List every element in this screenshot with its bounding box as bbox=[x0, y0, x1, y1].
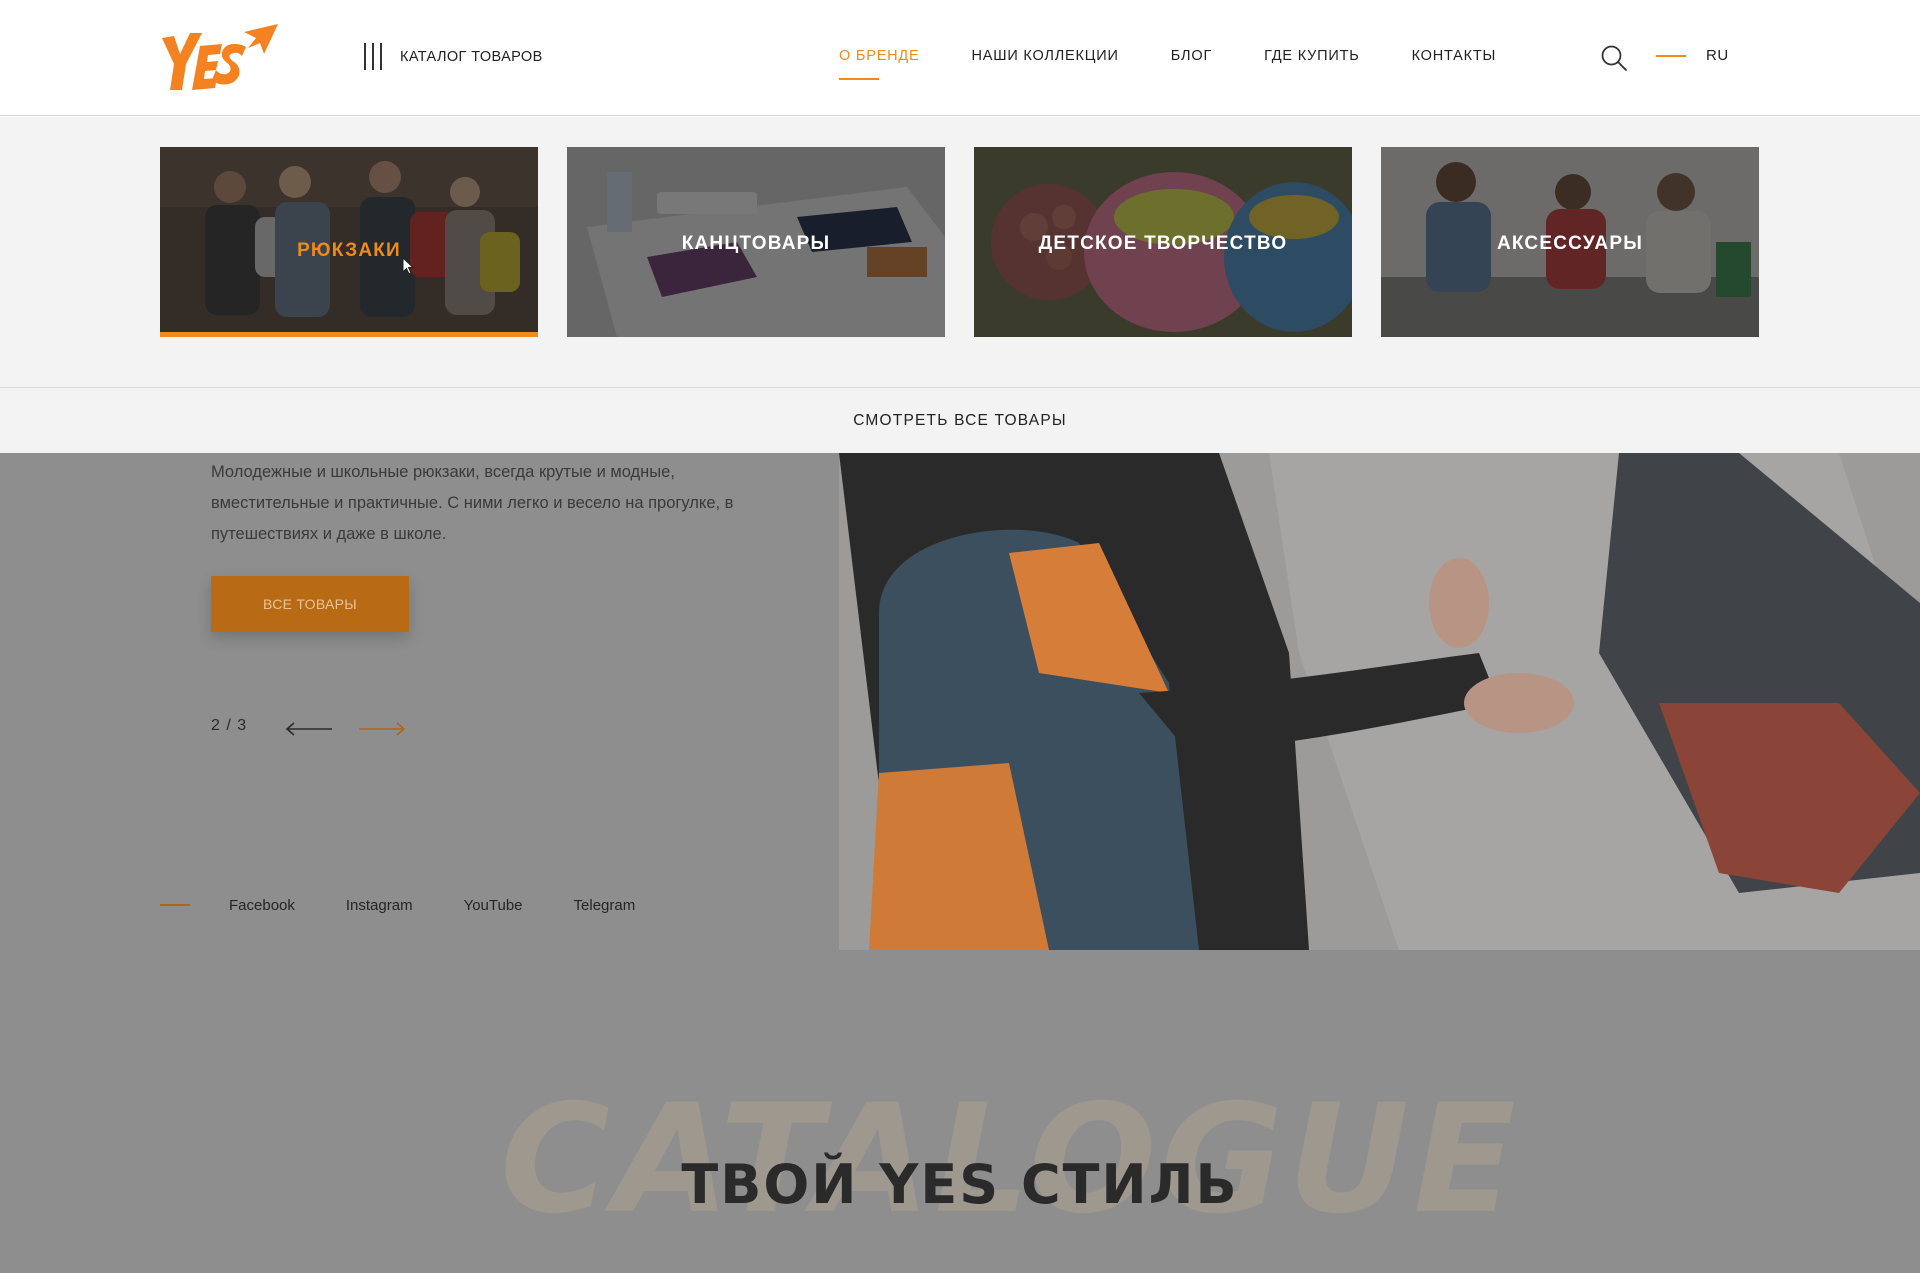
search-icon[interactable] bbox=[1600, 44, 1628, 72]
social-link-facebook[interactable]: Facebook bbox=[229, 897, 295, 914]
language-divider bbox=[1656, 55, 1686, 57]
hero-backpack-photo bbox=[839, 453, 1920, 950]
page-content-dimmed: Молодежные и школьные рюкзаки, всегда кр… bbox=[0, 453, 1920, 1273]
all-products-button[interactable]: ВСЕ ТОВАРЫ bbox=[211, 576, 409, 632]
yes-logo[interactable] bbox=[160, 24, 280, 92]
active-underline bbox=[160, 332, 538, 337]
category-title: ДЕТСКОЕ ТВОРЧЕСТВО bbox=[1038, 233, 1288, 254]
social-link-telegram[interactable]: Telegram bbox=[574, 897, 636, 914]
category-card-kids-creativity[interactable]: ДЕТСКОЕ ТВОРЧЕСТВО bbox=[974, 147, 1352, 337]
section-title: ТВОЙ YES СТИЛЬ bbox=[681, 1153, 1239, 1216]
category-cards: РЮКЗАКИ КАНЦТОВАРЫ ДЕТСКОЕ ТВОРЧЕСТВО АК… bbox=[160, 147, 1759, 337]
site-header: КАТАЛОГ ТОВАРОВ О БРЕНДЕ НАШИ КОЛЛЕКЦИИ … bbox=[0, 0, 1920, 116]
main-nav: О БРЕНДЕ НАШИ КОЛЛЕКЦИИ БЛОГ ГДЕ КУПИТЬ … bbox=[839, 48, 1548, 80]
catalog-dropdown: РЮКЗАКИ КАНЦТОВАРЫ ДЕТСКОЕ ТВОРЧЕСТВО АК… bbox=[0, 117, 1920, 453]
cursor-icon bbox=[402, 257, 415, 275]
social-link-instagram[interactable]: Instagram bbox=[346, 897, 413, 914]
category-card-backpacks[interactable]: РЮКЗАКИ bbox=[160, 147, 538, 337]
nav-item-about-brand[interactable]: О БРЕНДЕ bbox=[839, 48, 920, 80]
catalog-menu-button[interactable]: КАТАЛОГ ТОВАРОВ bbox=[364, 43, 543, 70]
arrow-right-icon[interactable] bbox=[357, 721, 407, 737]
category-title: КАНЦТОВАРЫ bbox=[681, 233, 831, 254]
nav-item-blog[interactable]: БЛОГ bbox=[1171, 48, 1212, 64]
category-card-stationery[interactable]: КАНЦТОВАРЫ bbox=[567, 147, 945, 337]
category-card-accessories[interactable]: АКСЕССУАРЫ bbox=[1381, 147, 1759, 337]
social-divider bbox=[160, 904, 190, 906]
catalog-menu-label: КАТАЛОГ ТОВАРОВ bbox=[400, 48, 543, 65]
view-all-bar: СМОТРЕТЬ ВСЕ ТОВАРЫ bbox=[0, 387, 1920, 453]
hero-description: Молодежные и школьные рюкзаки, всегда кр… bbox=[211, 463, 734, 543]
nav-item-where-to-buy[interactable]: ГДЕ КУПИТЬ bbox=[1264, 48, 1359, 64]
nav-item-contacts[interactable]: КОНТАКТЫ bbox=[1412, 48, 1497, 64]
view-all-products-link[interactable]: СМОТРЕТЬ ВСЕ ТОВАРЫ bbox=[0, 412, 1920, 430]
category-title: АКСЕССУАРЫ bbox=[1496, 233, 1644, 254]
social-links: Facebook Instagram YouTube Telegram bbox=[229, 897, 686, 914]
slide-counter: 2 / 3 bbox=[211, 717, 248, 734]
language-switch[interactable]: RU bbox=[1706, 47, 1729, 64]
social-link-youtube[interactable]: YouTube bbox=[464, 897, 523, 914]
arrow-left-icon[interactable] bbox=[284, 721, 334, 737]
menu-bars-icon bbox=[364, 43, 382, 70]
category-title: РЮКЗАКИ bbox=[297, 240, 401, 261]
nav-item-collections[interactable]: НАШИ КОЛЛЕКЦИИ bbox=[972, 48, 1119, 64]
